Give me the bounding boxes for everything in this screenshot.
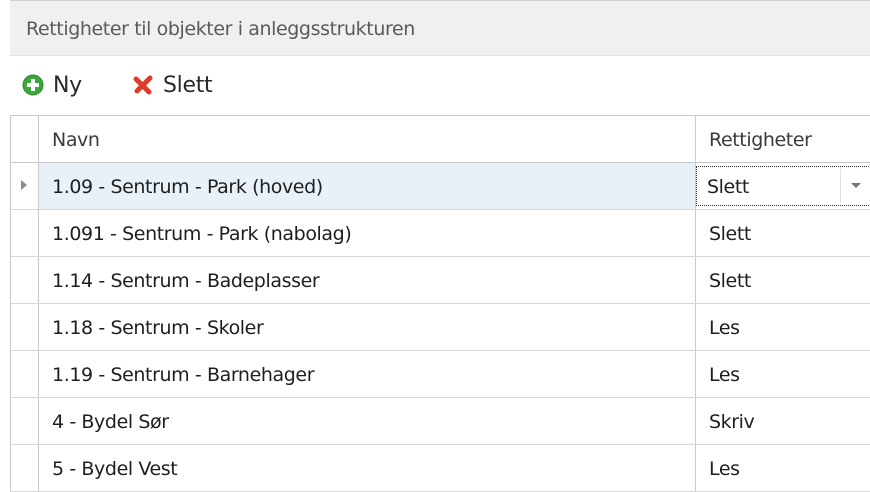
table-row[interactable]: 1.18 - Sentrum - Skoler Les <box>11 304 870 351</box>
rights-dropdown-button[interactable] <box>840 169 870 203</box>
add-icon <box>22 74 44 96</box>
name-cell[interactable]: 1.091 - Sentrum - Park (nabolag) <box>39 210 696 256</box>
row-indicator <box>11 304 39 350</box>
rights-cell-text: Les <box>709 364 740 386</box>
delete-icon <box>133 75 153 95</box>
name-cell-text: 1.18 - Sentrum - Skoler <box>52 317 264 339</box>
rights-cell-text: Slett <box>709 270 751 292</box>
row-indicator <box>11 163 39 209</box>
rights-cell-text: Skriv <box>709 411 755 433</box>
table-row[interactable]: 1.14 - Sentrum - Badeplasser Slett <box>11 257 870 304</box>
row-indicator <box>11 351 39 397</box>
name-cell-text: 1.14 - Sentrum - Badeplasser <box>52 270 320 292</box>
grid-header: Navn Rettigheter <box>11 116 870 163</box>
name-cell-text: 5 - Bydel Vest <box>52 458 178 480</box>
toolbar: Ny Slett <box>10 56 870 116</box>
panel-title-bar: Rettigheter til objekter i anleggsstrukt… <box>10 0 870 56</box>
column-header-rettigheter-label: Rettigheter <box>709 129 812 151</box>
table-row[interactable]: 5 - Bydel Vest Les <box>11 445 870 492</box>
row-indicator <box>11 445 39 491</box>
table-row[interactable]: 1.09 - Sentrum - Park (hoved) Slett <box>11 163 870 210</box>
rights-cell[interactable]: Slett <box>696 257 870 303</box>
panel-title: Rettigheter til objekter i anleggsstrukt… <box>26 18 415 40</box>
rights-cell[interactable]: Les <box>696 351 870 397</box>
header-indicator <box>11 116 39 162</box>
delete-button-label: Slett <box>163 72 213 98</box>
row-indicator <box>11 257 39 303</box>
row-indicator <box>11 210 39 256</box>
name-cell[interactable]: 1.09 - Sentrum - Park (hoved) <box>39 163 696 209</box>
column-header-rettigheter[interactable]: Rettigheter <box>696 116 870 162</box>
rights-dropdown-value: Slett <box>707 176 749 198</box>
name-cell[interactable]: 1.19 - Sentrum - Barnehager <box>39 351 696 397</box>
name-cell-text: 1.19 - Sentrum - Barnehager <box>52 364 315 386</box>
rights-dropdown[interactable]: Slett <box>696 166 870 206</box>
rights-cell[interactable]: Les <box>696 304 870 350</box>
rights-cell[interactable]: Les <box>696 445 870 491</box>
table-row[interactable]: 1.19 - Sentrum - Barnehager Les <box>11 351 870 398</box>
name-cell[interactable]: 1.18 - Sentrum - Skoler <box>39 304 696 350</box>
rights-cell[interactable]: Slett <box>696 210 870 256</box>
name-cell-text: 4 - Bydel Sør <box>52 411 169 433</box>
rights-panel: Rettigheter til objekter i anleggsstrukt… <box>10 0 870 492</box>
name-cell[interactable]: 5 - Bydel Vest <box>39 445 696 491</box>
name-cell-text: 1.09 - Sentrum - Park (hoved) <box>52 176 323 198</box>
new-button[interactable]: Ny <box>22 68 82 102</box>
new-button-label: Ny <box>53 72 82 98</box>
column-header-navn[interactable]: Navn <box>39 116 696 162</box>
column-header-navn-label: Navn <box>52 129 100 151</box>
rights-cell[interactable]: Slett <box>696 163 870 209</box>
row-indicator <box>11 398 39 444</box>
table-row[interactable]: 1.091 - Sentrum - Park (nabolag) Slett <box>11 210 870 257</box>
name-cell[interactable]: 1.14 - Sentrum - Badeplasser <box>39 257 696 303</box>
rights-cell-text: Les <box>709 317 740 339</box>
delete-button[interactable]: Slett <box>132 68 213 102</box>
rights-grid: Navn Rettigheter 1.09 - Sentrum - Park (… <box>10 116 870 492</box>
current-row-arrow-icon <box>21 180 27 190</box>
rights-cell[interactable]: Skriv <box>696 398 870 444</box>
table-row[interactable]: 4 - Bydel Sør Skriv <box>11 398 870 445</box>
rights-cell-text: Les <box>709 458 740 480</box>
name-cell[interactable]: 4 - Bydel Sør <box>39 398 696 444</box>
name-cell-text: 1.091 - Sentrum - Park (nabolag) <box>52 223 352 245</box>
rights-cell-text: Slett <box>709 223 751 245</box>
chevron-down-icon <box>851 183 861 188</box>
